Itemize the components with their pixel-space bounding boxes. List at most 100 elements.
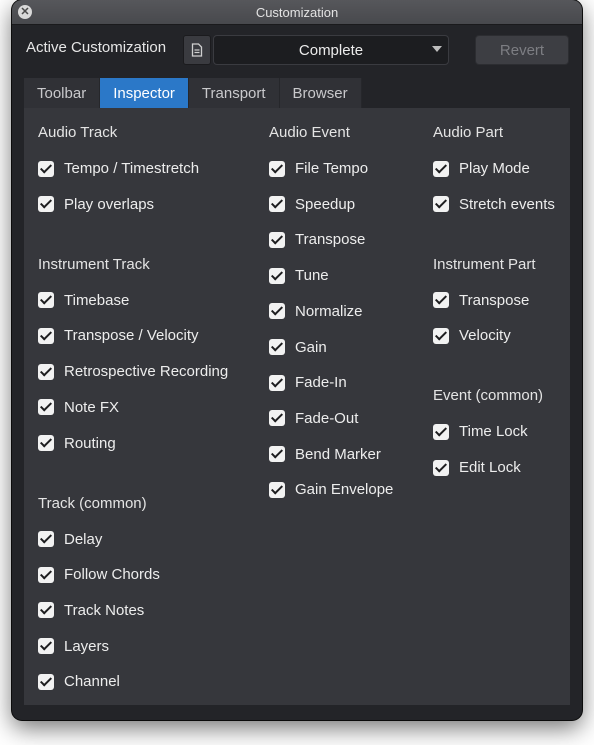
- checkbox[interactable]: [433, 160, 449, 177]
- checkbox[interactable]: [269, 374, 285, 391]
- option-label: Speedup: [295, 195, 356, 213]
- option-timebase[interactable]: Timebase: [38, 292, 129, 309]
- option-fade-in[interactable]: Fade-In: [269, 374, 347, 391]
- option-label: Play overlaps: [64, 195, 155, 213]
- option-label: Transpose / Velocity: [64, 327, 199, 345]
- revert-button[interactable]: Revert: [475, 35, 569, 65]
- option-transpose[interactable]: Transpose: [433, 292, 529, 309]
- customization-window: ✕ Customization Active Customization Com…: [12, 0, 582, 720]
- option-edit-lock[interactable]: Edit Lock: [433, 459, 521, 476]
- option-tempo-timestretch[interactable]: Tempo / Timestretch: [38, 160, 199, 177]
- option-label: Transpose: [459, 291, 530, 309]
- option-label: Transpose: [295, 231, 366, 249]
- option-track-notes[interactable]: Track Notes: [38, 602, 144, 619]
- option-normalize[interactable]: Normalize: [269, 303, 363, 320]
- option-routing[interactable]: Routing: [38, 435, 116, 452]
- dropdown-arrow-icon: [432, 46, 442, 52]
- checkbox[interactable]: [38, 673, 54, 690]
- inspector-panel: Audio Track Tempo / Timestretch Play overl…: [24, 108, 570, 705]
- checkbox[interactable]: [38, 327, 54, 344]
- option-label: File Tempo: [295, 160, 369, 177]
- close-icon[interactable]: ✕: [18, 5, 32, 19]
- option-gain[interactable]: Gain: [269, 339, 327, 356]
- checkbox[interactable]: [38, 399, 54, 416]
- option-velocity[interactable]: Velocity: [433, 327, 511, 344]
- section-heading-instrument-part: Instrument Part: [433, 255, 536, 273]
- checkbox[interactable]: [38, 531, 54, 547]
- active-customization-label: Active Customization: [26, 39, 167, 56]
- checkbox[interactable]: [269, 339, 285, 355]
- customization-select[interactable]: Complete: [213, 35, 449, 65]
- checkbox[interactable]: [269, 303, 285, 320]
- option-tune[interactable]: Tune: [269, 267, 329, 284]
- document-icon-button[interactable]: [183, 35, 211, 65]
- customization-toolbar: Active Customization Complete Revert: [12, 25, 582, 75]
- checkbox[interactable]: [433, 459, 449, 476]
- checkbox[interactable]: [38, 566, 54, 583]
- option-stretch-events[interactable]: Stretch events: [433, 196, 555, 213]
- option-label: Gain Envelope: [295, 481, 394, 499]
- option-note-fx[interactable]: Note FX: [38, 399, 119, 416]
- option-retrospective-recording[interactable]: Retrospective Recording: [38, 363, 228, 380]
- checkbox[interactable]: [38, 292, 54, 309]
- checkbox[interactable]: [433, 292, 449, 309]
- checkbox[interactable]: [269, 196, 285, 213]
- option-label: Tempo / Timestretch: [64, 160, 200, 177]
- checkbox[interactable]: [269, 160, 285, 177]
- option-layers[interactable]: Layers: [38, 638, 109, 655]
- option-fade-out[interactable]: Fade-Out: [269, 410, 358, 427]
- option-label: Bend Marker: [295, 445, 381, 463]
- tab-transport[interactable]: Transport: [188, 78, 280, 108]
- section-heading-instrument-track: Instrument Track: [38, 255, 150, 273]
- checkbox[interactable]: [38, 602, 54, 619]
- option-follow-chords[interactable]: Follow Chords: [38, 566, 160, 583]
- checkbox[interactable]: [269, 231, 285, 248]
- checkbox[interactable]: [38, 363, 54, 380]
- option-play-overlaps[interactable]: Play overlaps: [38, 196, 154, 213]
- checkbox[interactable]: [38, 638, 54, 655]
- section-heading-audio-part: Audio Part: [433, 124, 504, 141]
- checkbox[interactable]: [433, 196, 449, 213]
- option-label: Edit Lock: [459, 459, 521, 477]
- option-label: Track Notes: [64, 601, 145, 619]
- option-label: Retrospective Recording: [64, 363, 229, 381]
- checkbox[interactable]: [38, 196, 54, 213]
- option-transpose-velocity[interactable]: Transpose / Velocity: [38, 327, 199, 344]
- option-gain-envelope[interactable]: Gain Envelope: [269, 481, 393, 498]
- option-label: Velocity: [459, 327, 511, 345]
- option-file-tempo[interactable]: File Tempo: [269, 160, 368, 177]
- checkbox[interactable]: [433, 327, 449, 344]
- option-label: Time Lock: [459, 423, 528, 441]
- checkbox[interactable]: [269, 446, 285, 463]
- checkbox[interactable]: [269, 481, 285, 498]
- option-label: Normalize: [295, 302, 363, 320]
- option-bend-marker[interactable]: Bend Marker: [269, 446, 381, 463]
- checkbox[interactable]: [269, 410, 285, 427]
- checkbox[interactable]: [38, 435, 54, 451]
- option-label: Tune: [295, 267, 329, 285]
- option-play-mode[interactable]: Play Mode: [433, 160, 530, 177]
- tab-bar: Toolbar Inspector Transport Browser: [24, 78, 362, 108]
- option-label: Routing: [64, 434, 116, 452]
- option-delay[interactable]: Delay: [38, 531, 102, 548]
- tab-inspector[interactable]: Inspector: [100, 78, 189, 108]
- checkbox[interactable]: [433, 423, 449, 440]
- section-heading-track-common: Track (common): [38, 494, 147, 512]
- tab-browser[interactable]: Browser: [279, 78, 362, 108]
- section-heading-audio-track: Audio Track: [38, 124, 118, 141]
- option-channel[interactable]: Channel: [38, 673, 120, 690]
- customization-select-value: Complete: [298, 41, 364, 59]
- option-speedup[interactable]: Speedup: [269, 196, 355, 213]
- option-transpose[interactable]: Transpose: [269, 231, 365, 248]
- tab-toolbar[interactable]: Toolbar: [24, 78, 101, 108]
- option-label: Layers: [64, 637, 110, 655]
- option-label: Follow Chords: [64, 566, 160, 584]
- checkbox[interactable]: [38, 160, 54, 177]
- option-label: Play Mode: [459, 160, 530, 177]
- option-label: Delay: [64, 530, 103, 548]
- option-label: Fade-In: [295, 374, 347, 392]
- option-label: Channel: [64, 673, 120, 691]
- option-label: Timebase: [64, 291, 130, 309]
- option-time-lock[interactable]: Time Lock: [433, 423, 528, 440]
- checkbox[interactable]: [269, 267, 285, 284]
